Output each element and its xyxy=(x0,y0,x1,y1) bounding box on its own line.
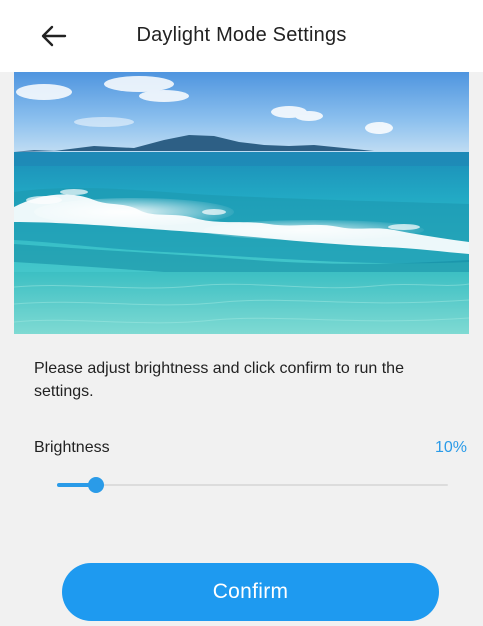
slider-thumb[interactable] xyxy=(88,477,104,493)
header-bar: Daylight Mode Settings xyxy=(0,0,483,72)
page-title: Daylight Mode Settings xyxy=(136,24,347,46)
beach-scene-image xyxy=(14,72,469,334)
brightness-slider[interactable] xyxy=(57,472,448,498)
preview-image xyxy=(14,72,469,334)
brightness-value: 10% xyxy=(434,439,467,456)
brightness-label: Brightness xyxy=(34,439,110,456)
slider-track[interactable] xyxy=(57,484,448,486)
instruction-text: Please adjust brightness and click confi… xyxy=(34,360,404,400)
daylight-mode-settings-screen: Daylight Mode Settings Please adjust bri… xyxy=(0,0,483,626)
confirm-button[interactable]: Confirm xyxy=(62,563,439,621)
